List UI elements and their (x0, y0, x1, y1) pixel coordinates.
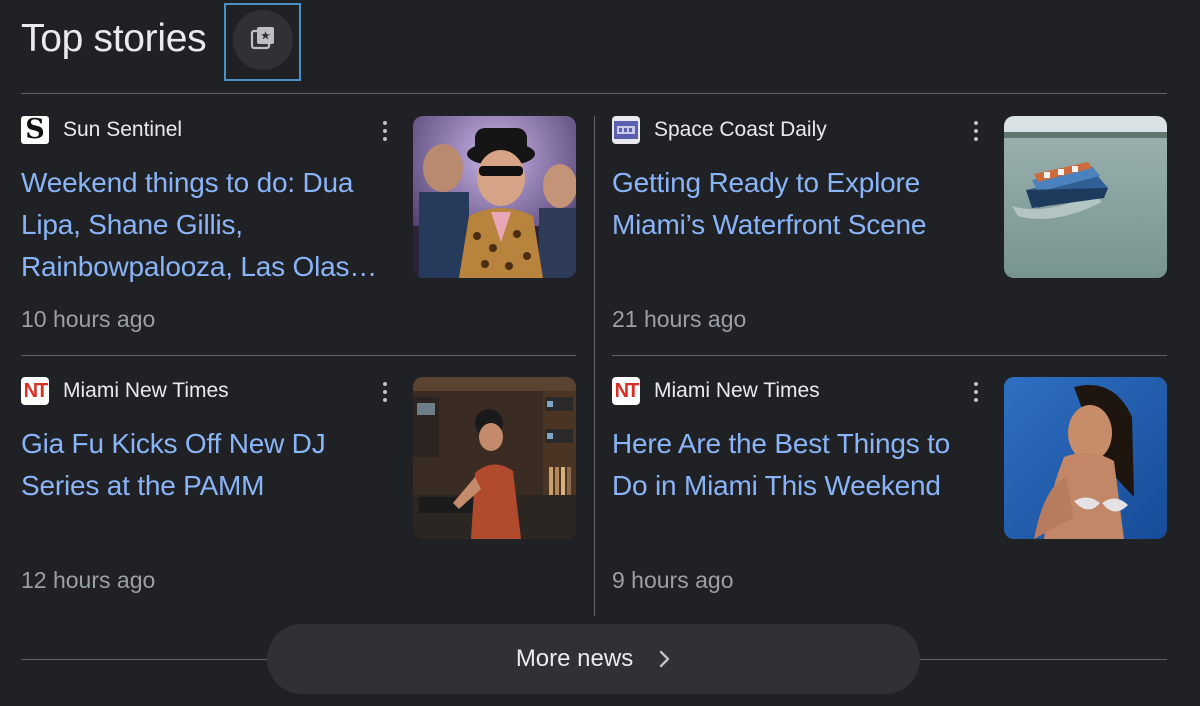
top-stories-panel: Top stories S Sun Sentinel Weekend thing… (0, 0, 1200, 706)
more-options-icon[interactable] (964, 118, 988, 144)
sun-sentinel-logo: S (21, 116, 49, 144)
story-card[interactable]: NT Miami New Times Gia Fu Kicks Off New … (21, 377, 577, 613)
story-card[interactable]: S Sun Sentinel Weekend things to do: Dua… (21, 116, 577, 352)
section-title: Top stories (21, 17, 207, 60)
story-source: Space Coast Daily (612, 116, 827, 144)
footer-divider-right (916, 659, 1167, 660)
miami-new-times-logo: NT (21, 377, 49, 405)
header-divider (21, 93, 1167, 94)
source-name: Miami New Times (63, 379, 229, 402)
more-options-icon[interactable] (373, 379, 397, 405)
story-card[interactable]: Space Coast Daily Getting Ready to Explo… (612, 116, 1168, 352)
more-options-icon[interactable] (964, 379, 988, 405)
story-thumbnail[interactable] (1004, 116, 1167, 278)
story-time: 10 hours ago (21, 306, 156, 332)
row-divider-right (612, 355, 1167, 356)
column-divider (594, 116, 595, 616)
more-news-label: More news (515, 645, 634, 672)
story-headline[interactable]: Gia Fu Kicks Off New DJ Series at the PA… (21, 423, 401, 549)
story-source: NT Miami New Times (612, 377, 820, 405)
story-source: NT Miami New Times (21, 377, 229, 405)
story-time: 12 hours ago (21, 567, 156, 593)
story-headline[interactable]: Getting Ready to Explore Miami’s Waterfr… (612, 162, 992, 288)
source-name: Sun Sentinel (63, 118, 183, 141)
story-headline[interactable]: Here Are the Best Things to Do in Miami … (612, 423, 992, 549)
story-headline[interactable]: Weekend things to do: Dua Lipa, Shane Gi… (21, 162, 401, 288)
story-thumbnail[interactable] (413, 116, 576, 278)
space-coast-daily-logo (612, 116, 640, 144)
miami-new-times-logo: NT (612, 377, 640, 405)
stories-collection-button[interactable] (233, 10, 293, 70)
story-thumbnail[interactable] (413, 377, 576, 539)
story-source: S Sun Sentinel (21, 116, 182, 144)
more-options-icon[interactable] (373, 118, 397, 144)
story-thumbnail[interactable] (1004, 377, 1167, 539)
chevron-right-icon (659, 650, 671, 668)
footer-divider-left (21, 659, 271, 660)
stories-collection-icon (249, 24, 277, 57)
more-news-button[interactable]: More news (267, 624, 920, 694)
source-name: Space Coast Daily (654, 118, 827, 141)
row-divider-left (21, 355, 576, 356)
story-card[interactable]: NT Miami New Times Here Are the Best Thi… (612, 377, 1168, 613)
story-time: 21 hours ago (612, 306, 747, 332)
story-time: 9 hours ago (612, 567, 734, 593)
source-name: Miami New Times (654, 379, 820, 402)
